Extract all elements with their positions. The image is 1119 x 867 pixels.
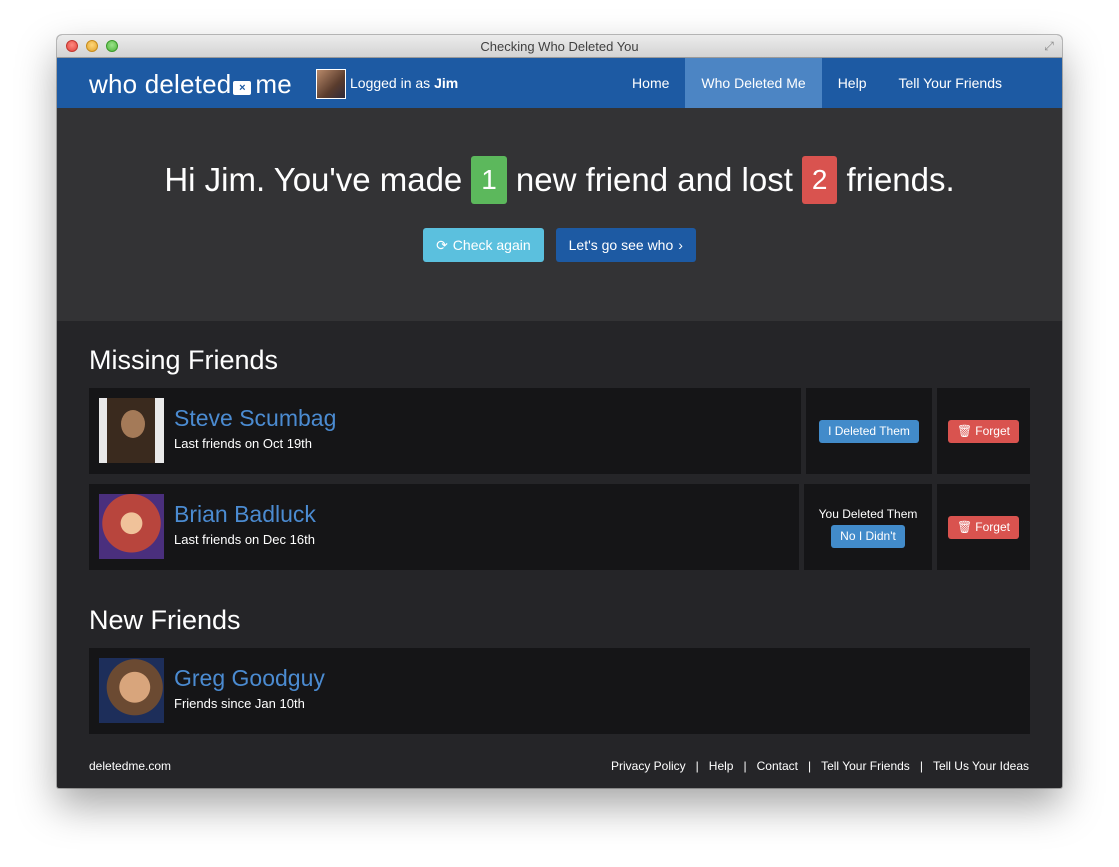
friend-avatar [99,494,164,559]
footer-link-privacy-policy[interactable]: Privacy Policy [611,759,686,773]
missing-friends-heading: Missing Friends [89,345,279,375]
check-again-label: Check again [452,237,531,253]
user-avatar [316,69,346,99]
friend-avatar [99,398,164,463]
summary-headline: Hi Jim. You've made 1 new friend and los… [57,156,1062,204]
brand-logo[interactable]: who deleted × me [89,69,292,100]
friend-since: Friends since Jan 10th [174,696,305,711]
missing-friend-row: Brian Badluck Last friends on Dec 16th Y… [89,484,1030,570]
brand-x-icon: × [233,80,252,95]
nav-item-tell-your-friends[interactable]: Tell Your Friends [882,58,1018,108]
forget-cell: 🗑 Forget [937,388,1030,474]
brand-text-me: me [255,69,292,99]
deletion-status-cell: I Deleted Them [806,388,932,474]
forget-label: Forget [975,424,1010,438]
friend-info-cell: Brian Badluck Last friends on Dec 16th [89,484,799,570]
missing-friend-row: Steve Scumbag Last friends on Oct 19th I… [89,388,1030,474]
go-see-who-label: Let's go see who [568,237,674,253]
chevron-right-icon: › [678,237,683,253]
nav-menu: Home Who Deleted Me Help Tell Your Frien… [616,58,1018,108]
refresh-icon: ⟳ [436,236,448,253]
nav-item-who-deleted-me[interactable]: Who Deleted Me [685,58,822,108]
friend-name-link[interactable]: Brian Badluck [174,501,316,528]
footer-link-tell-your-friends[interactable]: Tell Your Friends [821,759,910,773]
forget-cell: 🗑 Forget [937,484,1030,570]
brand-text: who deleted [89,69,232,99]
friend-last-seen: Last friends on Dec 16th [174,532,315,547]
footer-links: Privacy Policy | Help | Contact | Tell Y… [611,759,1029,773]
navbar: who deleted × me Logged in as Jim Home W… [57,58,1062,108]
check-again-button[interactable]: ⟳ Check again [423,228,544,262]
window-title: Checking Who Deleted You [480,39,639,54]
forget-label: Forget [975,520,1010,534]
you-deleted-them-label: You Deleted Them [818,506,918,521]
fullscreen-icon[interactable]: ⤢ [1042,39,1056,53]
title-bar: Checking Who Deleted You ⤢ [57,35,1062,58]
logged-in-username: Jim [434,75,459,91]
friend-name-link[interactable]: Greg Goodguy [174,665,325,692]
forget-button[interactable]: 🗑 Forget [948,515,1019,539]
logged-in-status: Logged in as Jim [350,75,458,91]
friend-info-cell: Steve Scumbag Last friends on Oct 19th [89,388,801,474]
headline-end: friends. [846,161,955,198]
new-friend-row: Greg Goodguy Friends since Jan 10th [89,648,1030,734]
footer-link-tell-us-your-ideas[interactable]: Tell Us Your Ideas [933,759,1029,773]
headline-middle: new friend and lost [515,161,793,198]
forget-button[interactable]: 🗑 Forget [948,419,1019,443]
nav-item-home[interactable]: Home [616,58,685,108]
logged-in-prefix: Logged in as [350,75,431,91]
nav-item-help[interactable]: Help [822,58,883,108]
deletion-status-cell: You Deleted Them No I Didn't [804,484,932,570]
footer-site-name: deletedme.com [89,759,172,773]
app-window: Checking Who Deleted You ⤢ who deleted ×… [57,35,1062,788]
friend-info-cell: Greg Goodguy Friends since Jan 10th [89,648,1030,734]
trash-icon: 🗑 [957,520,973,534]
footer-link-help[interactable]: Help [709,759,734,773]
new-friends-heading: New Friends [89,605,241,635]
i-deleted-them-button[interactable]: I Deleted Them [819,419,919,443]
footer-separator: | [695,759,699,773]
go-see-who-button[interactable]: Let's go see who › [555,228,696,262]
trash-icon: 🗑 [957,424,973,438]
footer-separator: | [919,759,923,773]
hero-buttons: ⟳ Check again Let's go see who › [57,228,1062,262]
no-i-didnt-button[interactable]: No I Didn't [831,524,905,548]
footer-link-contact[interactable]: Contact [757,759,798,773]
friend-avatar [99,658,164,723]
footer-separator: | [743,759,747,773]
friend-last-seen: Last friends on Oct 19th [174,436,313,451]
headline-greeting: Hi Jim. You've made [164,161,463,198]
footer: deletedme.com Privacy Policy | Help | Co… [89,759,1029,773]
lost-friends-count-badge: 2 [801,156,838,204]
friend-name-link[interactable]: Steve Scumbag [174,405,336,432]
hero-section: Hi Jim. You've made 1 new friend and los… [57,108,1062,321]
footer-separator: | [807,759,812,773]
new-friends-count-badge: 1 [471,156,507,204]
main-content: Missing Friends Steve Scumbag Last frien… [57,344,1062,734]
